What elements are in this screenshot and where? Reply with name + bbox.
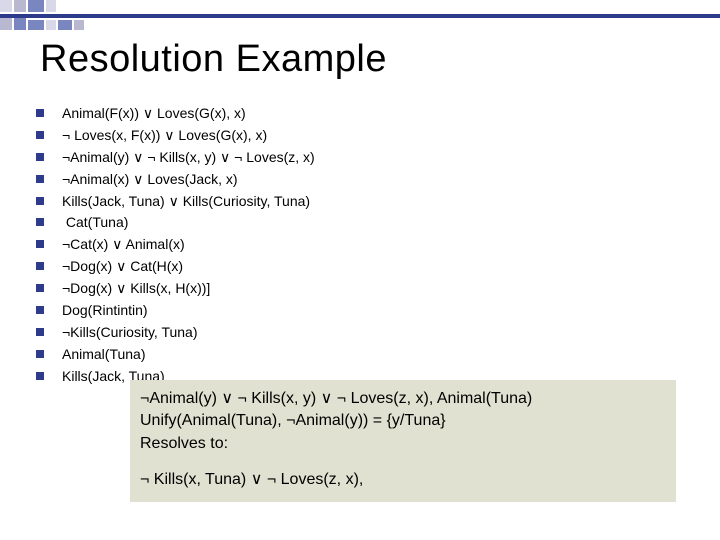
top-accent-bar bbox=[0, 14, 720, 18]
bullet-icon bbox=[36, 262, 44, 270]
deco-square bbox=[58, 20, 72, 30]
deco-square bbox=[74, 20, 84, 30]
bullet-icon bbox=[36, 197, 44, 205]
deco-square bbox=[46, 20, 56, 30]
clause-text: Animal(F(x)) ∨ Loves(G(x), x) bbox=[62, 104, 246, 123]
clause-text: ¬Kills(Curiosity, Tuna) bbox=[62, 323, 198, 342]
clause-row: ¬Animal(y) ∨ ¬ Kills(x, y) ∨ ¬ Loves(z, … bbox=[36, 148, 700, 167]
clause-row: ¬Dog(x) ∨ Cat(H(x) bbox=[36, 257, 700, 276]
bullet-icon bbox=[36, 306, 44, 314]
clause-row: ¬Animal(x) ∨ Loves(Jack, x) bbox=[36, 170, 700, 189]
clause-row: Animal(Tuna) bbox=[36, 345, 700, 364]
clause-text: ¬Cat(x) ∨ Animal(x) bbox=[62, 235, 185, 254]
bullet-icon bbox=[36, 153, 44, 161]
deco-square bbox=[28, 20, 44, 30]
slide-title: Resolution Example bbox=[40, 38, 387, 81]
resolution-highlight-box: ¬Animal(y) ∨ ¬ Kills(x, y) ∨ ¬ Loves(z, … bbox=[130, 380, 676, 502]
clause-row: ¬ Loves(x, F(x)) ∨ Loves(G(x), x) bbox=[36, 126, 700, 145]
bullet-icon bbox=[36, 175, 44, 183]
deco-square bbox=[14, 0, 26, 12]
highlight-line-4: ¬ Kills(x, Tuna) ∨ ¬ Loves(z, x), bbox=[140, 469, 666, 491]
bullet-icon bbox=[36, 284, 44, 292]
clause-row: ¬Cat(x) ∨ Animal(x) bbox=[36, 235, 700, 254]
clause-list: Animal(F(x)) ∨ Loves(G(x), x) ¬ Loves(x, … bbox=[36, 104, 700, 389]
highlight-line-2: Unify(Animal(Tuna), ¬Animal(y)) = {y/Tun… bbox=[140, 410, 666, 432]
clause-text: ¬Animal(x) ∨ Loves(Jack, x) bbox=[62, 170, 238, 189]
clause-text: Kills(Jack, Tuna) ∨ Kills(Curiosity, Tun… bbox=[62, 192, 310, 211]
clause-row: Cat(Tuna) bbox=[36, 213, 700, 232]
clause-row: ¬Dog(x) ∨ Kills(x, H(x))] bbox=[36, 279, 700, 298]
clause-text: ¬ Loves(x, F(x)) ∨ Loves(G(x), x) bbox=[62, 126, 267, 145]
bullet-icon bbox=[36, 131, 44, 139]
clause-row: Dog(Rintintin) bbox=[36, 301, 700, 320]
clause-text: ¬Dog(x) ∨ Kills(x, H(x))] bbox=[62, 279, 210, 298]
bullet-icon bbox=[36, 240, 44, 248]
clause-text: Dog(Rintintin) bbox=[62, 301, 148, 320]
clause-row: Kills(Jack, Tuna) ∨ Kills(Curiosity, Tun… bbox=[36, 192, 700, 211]
clause-text: Cat(Tuna) bbox=[62, 213, 128, 232]
clause-row: ¬Kills(Curiosity, Tuna) bbox=[36, 323, 700, 342]
highlight-line-1: ¬Animal(y) ∨ ¬ Kills(x, y) ∨ ¬ Loves(z, … bbox=[140, 388, 666, 410]
bullet-icon bbox=[36, 109, 44, 117]
bullet-icon bbox=[36, 372, 44, 380]
bullet-icon bbox=[36, 350, 44, 358]
highlight-line-3: Resolves to: bbox=[140, 433, 666, 455]
clause-text: ¬Animal(y) ∨ ¬ Kills(x, y) ∨ ¬ Loves(z, … bbox=[62, 148, 315, 167]
deco-square bbox=[0, 0, 12, 12]
clause-text: ¬Dog(x) ∨ Cat(H(x) bbox=[62, 257, 183, 276]
deco-square bbox=[28, 0, 44, 12]
bullet-icon bbox=[36, 328, 44, 336]
bullet-icon bbox=[36, 218, 44, 226]
clause-row: Animal(F(x)) ∨ Loves(G(x), x) bbox=[36, 104, 700, 123]
deco-square bbox=[46, 0, 56, 12]
clause-text: Animal(Tuna) bbox=[62, 345, 146, 364]
